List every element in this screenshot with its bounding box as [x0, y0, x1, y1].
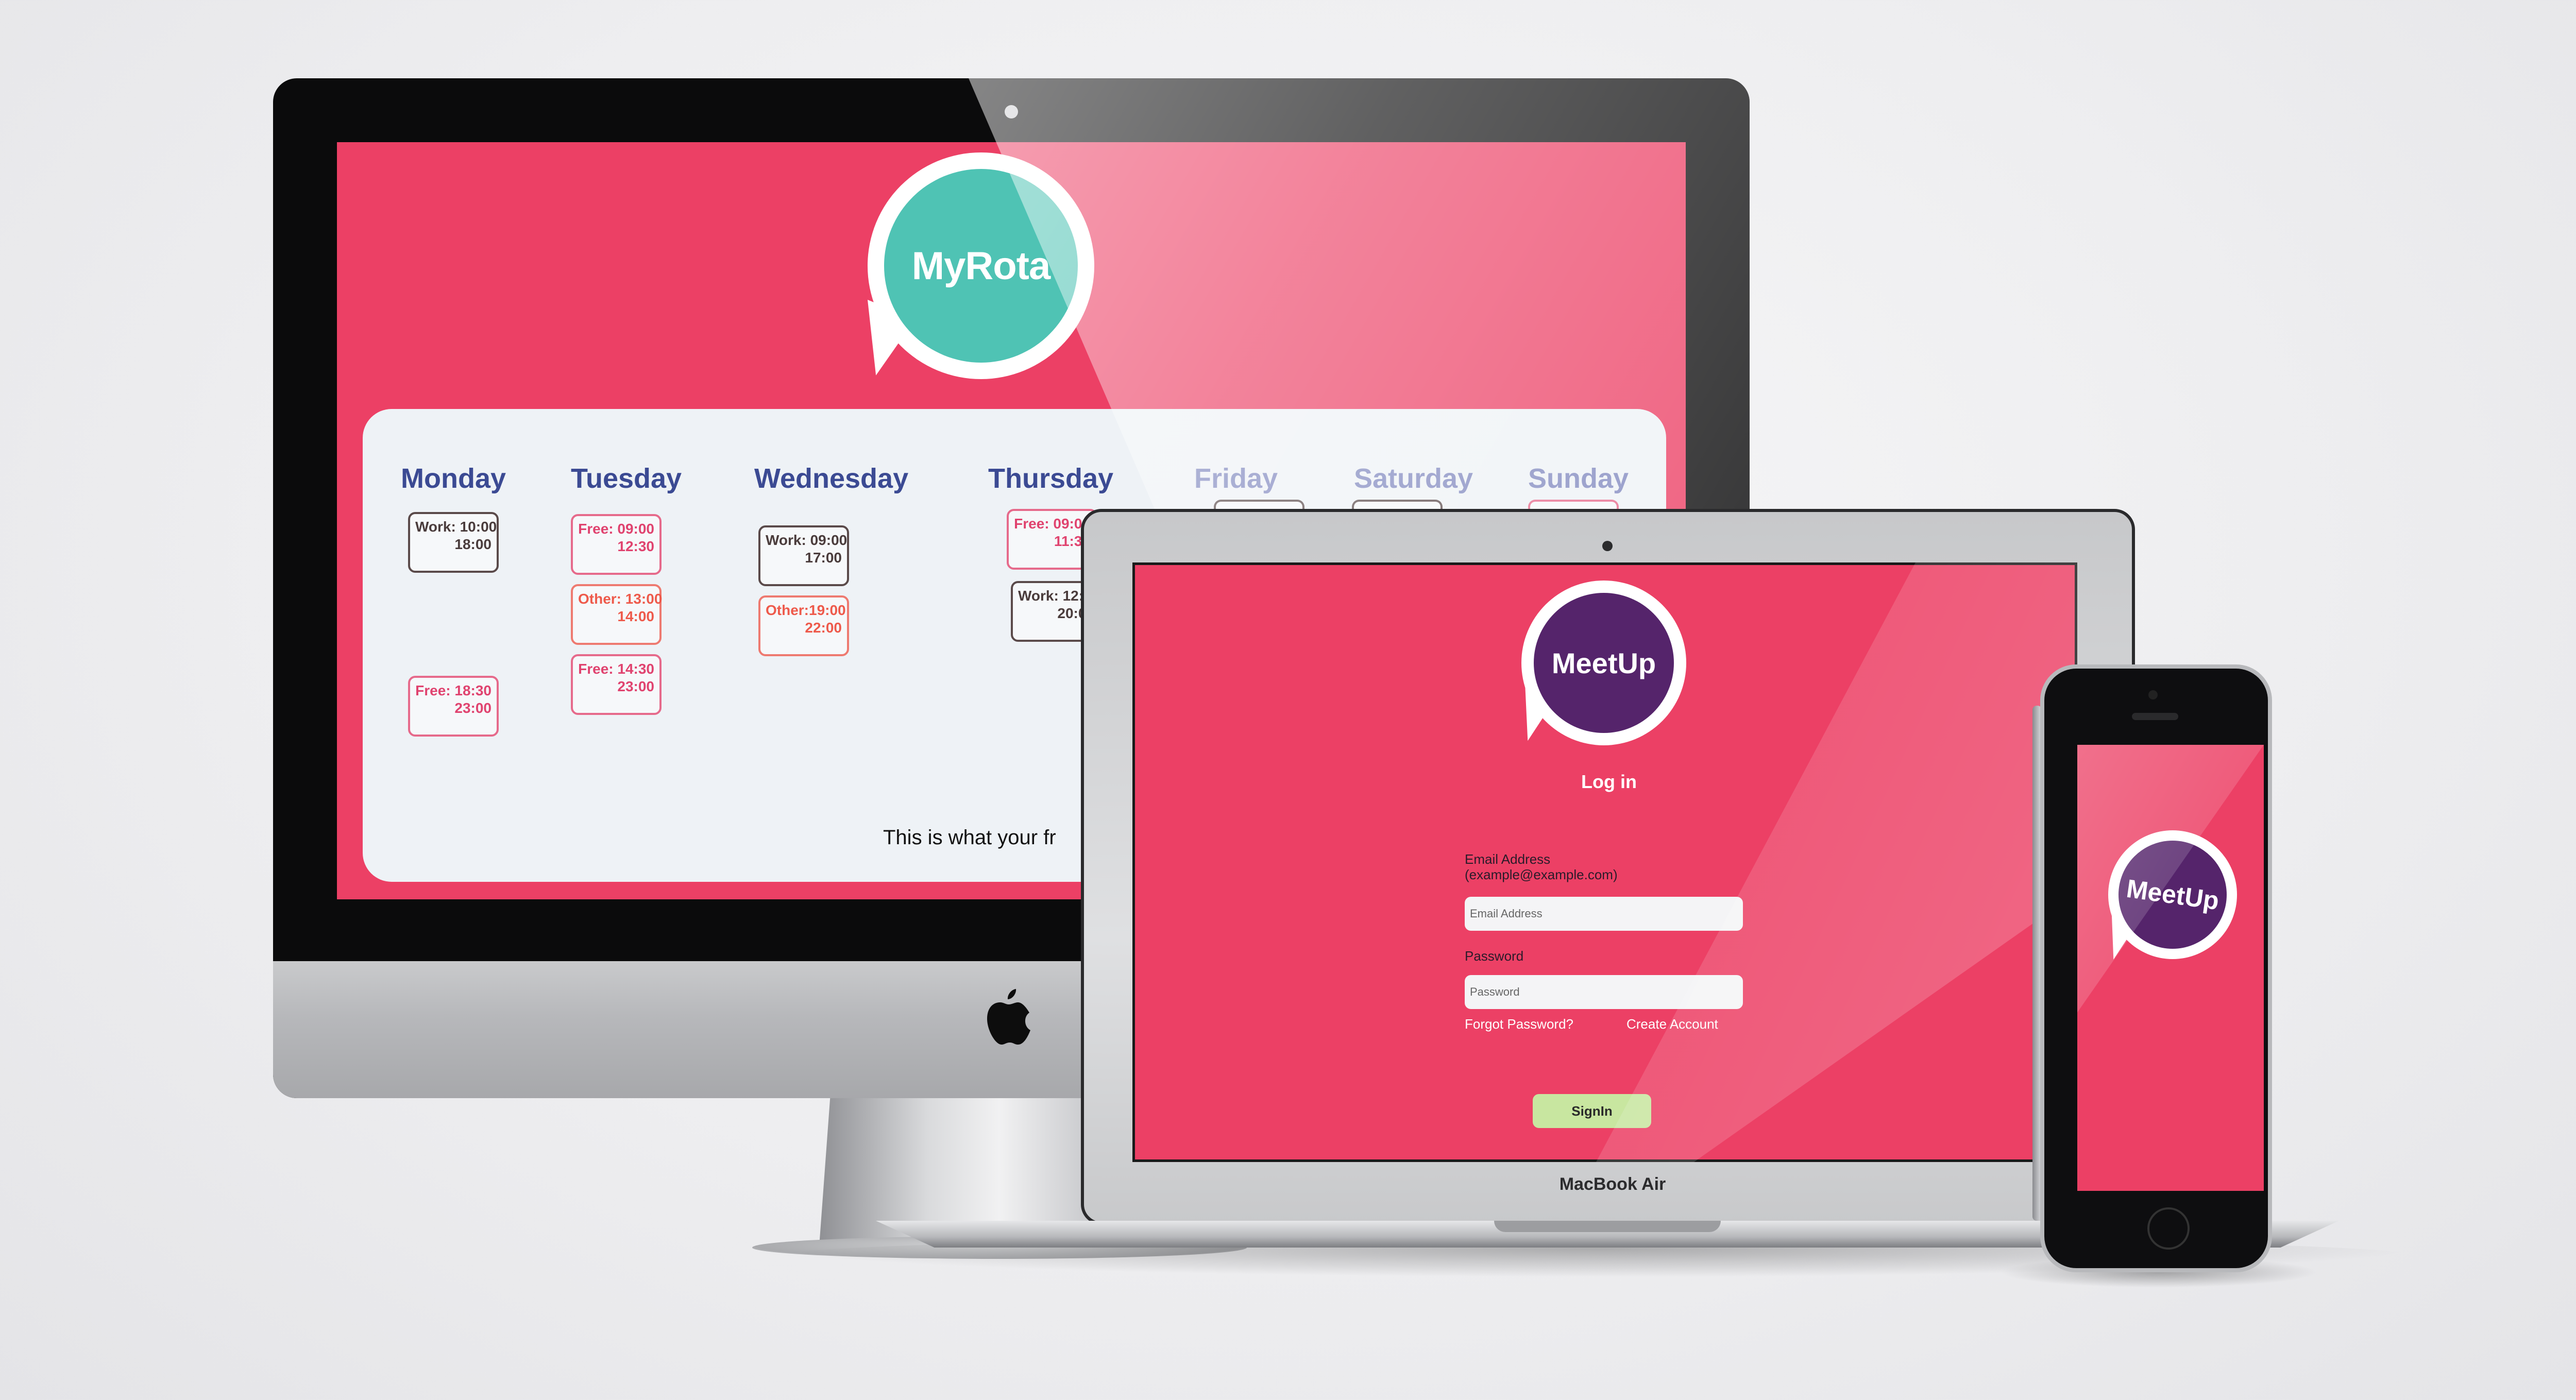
- day-heading-monday: Monday: [401, 463, 506, 494]
- shift-card[interactable]: Other: 13:00 14:00: [571, 584, 662, 645]
- phone-camera: [2148, 690, 2158, 699]
- create-account-link[interactable]: Create Account: [1626, 1016, 1718, 1032]
- apple-icon: [987, 989, 1030, 1045]
- signin-button[interactable]: SignIn: [1533, 1094, 1651, 1128]
- shift-card[interactable]: Other:19:00 22:00: [758, 595, 849, 656]
- day-heading-tuesday: Tuesday: [571, 463, 682, 494]
- phone-meetup-logo: MeetUp: [2096, 830, 2242, 964]
- meetup-logo-text: MeetUp: [1551, 646, 1656, 679]
- laptop-brand-label: MacBook Air: [1559, 1174, 1666, 1194]
- day-heading-sunday: Sunday: [1528, 463, 1629, 494]
- meetup-logo: MeetUp: [1505, 581, 1691, 750]
- imac-camera: [1005, 105, 1018, 118]
- shift-card[interactable]: Work: 09:00 17:00: [758, 525, 849, 586]
- day-heading-wednesday: Wednesday: [754, 463, 909, 494]
- forgot-password-link[interactable]: Forgot Password?: [1465, 1016, 1573, 1032]
- phone-screen: MeetUp: [2077, 745, 2264, 1191]
- day-heading-saturday: Saturday: [1354, 463, 1473, 494]
- day-heading-friday: Friday: [1194, 463, 1278, 494]
- home-button[interactable]: [2147, 1207, 2190, 1250]
- rota-footer-text: This is what your fr: [883, 826, 1056, 849]
- password-field[interactable]: [1465, 975, 1743, 1009]
- phone-logo-text: MeetUp: [2124, 874, 2221, 916]
- shift-card[interactable]: Free: 18:30 23:00: [408, 676, 499, 737]
- laptop-notch: [1494, 1221, 1721, 1232]
- shift-card[interactable]: Free: 09:00 12:30: [571, 514, 662, 575]
- myrota-logo-text: MyRota: [911, 244, 1050, 288]
- login-title: Log in: [1581, 771, 1637, 792]
- shift-card[interactable]: Free: 14:30 23:00: [571, 654, 662, 715]
- laptop-camera: [1602, 541, 1613, 551]
- myrota-logo: MyRota: [842, 152, 1105, 389]
- phone-speaker: [2132, 713, 2178, 720]
- password-label: Password: [1465, 948, 1524, 964]
- laptop-screen: MeetUp Log in Email Address (example@exa…: [1132, 562, 2077, 1162]
- email-label: Email Address (example@example.com): [1465, 851, 1618, 882]
- shift-card[interactable]: Work: 10:00 18:00: [408, 512, 499, 573]
- day-heading-thursday: Thursday: [988, 463, 1114, 494]
- email-field[interactable]: [1465, 897, 1743, 931]
